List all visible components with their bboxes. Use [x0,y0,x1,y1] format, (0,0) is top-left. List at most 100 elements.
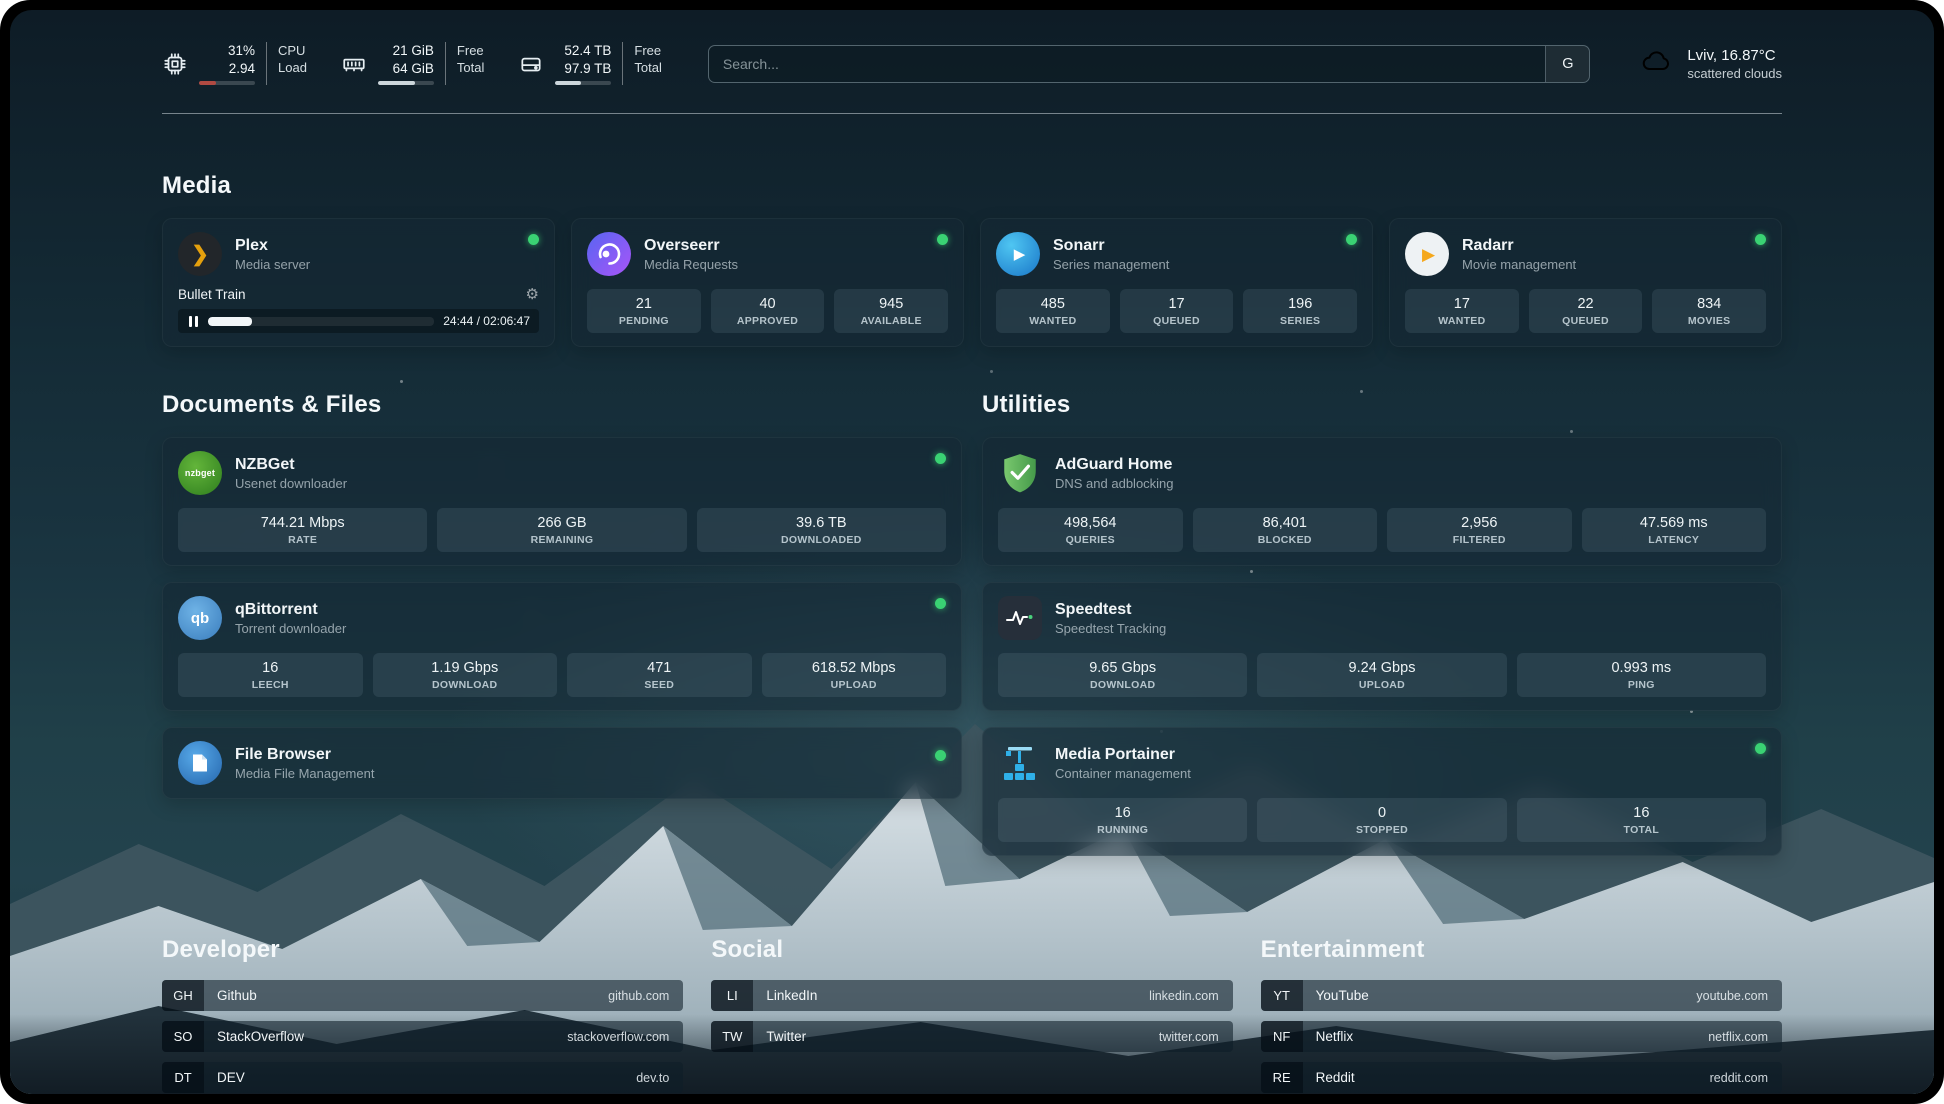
stat-box: 1.19 GbpsDOWNLOAD [373,653,558,697]
stat-box: 40APPROVED [711,289,825,333]
service-name: NZBGet [235,456,347,474]
bookmark-url: reddit.com [1710,1062,1782,1093]
section-title-entertainment: Entertainment [1261,936,1782,964]
ram-metric: 21 GiB 64 GiB Free Total [341,42,484,85]
bookmark-name: LinkedIn [753,980,1149,1011]
bookmark-name: Github [204,980,608,1011]
bookmark-reddit[interactable]: RE Reddit reddit.com [1261,1062,1782,1093]
section-utilities: Utilities [982,391,1782,856]
stat-box: 0.993 msPING [1517,653,1766,697]
cpu-load-label: Load [278,60,307,77]
bookmark-github[interactable]: GH Github github.com [162,980,683,1011]
stat-box: 485WANTED [996,289,1110,333]
stat-box: 9.24 GbpsUPLOAD [1257,653,1506,697]
service-subtitle: Media File Management [235,766,374,781]
ram-icon [341,51,367,77]
disk-metric: 52.4 TB 97.9 TB Free Total [518,42,661,85]
bookmark-abbr: GH [162,980,204,1011]
service-name: Sonarr [1053,237,1169,255]
stat-box: 86,401BLOCKED [1193,508,1378,552]
bookmark-netflix[interactable]: NF Netflix netflix.com [1261,1021,1782,1052]
section-title-social: Social [711,936,1232,964]
ram-free-label: Free [457,43,484,60]
section-title-media: Media [162,172,1782,200]
service-name: Overseerr [644,237,738,255]
stat-box: 618.52 MbpsUPLOAD [762,653,947,697]
stat-box: 17WANTED [1405,289,1519,333]
service-name: qBittorrent [235,601,346,619]
service-card-qbittorrent[interactable]: qb qBittorrent Torrent downloader 16LEEC… [162,582,962,711]
stat-box: 0STOPPED [1257,798,1506,842]
bookmark-dev[interactable]: DT DEV dev.to [162,1062,683,1093]
cpu-load-value: 2.94 [229,60,255,78]
bookmark-name: Twitter [753,1021,1159,1052]
stat-box: 945AVAILABLE [834,289,948,333]
cpu-percent: 31% [228,42,255,60]
stat-box: 22QUEUED [1529,289,1643,333]
service-name: Speedtest [1055,601,1166,619]
bookmark-stackoverflow[interactable]: SO StackOverflow stackoverflow.com [162,1021,683,1052]
disk-usage-bar [555,81,611,85]
metric-divider [445,42,446,85]
stat-box: 17QUEUED [1120,289,1234,333]
disk-free-value: 52.4 TB [564,42,611,60]
service-card-speedtest[interactable]: Speedtest Speedtest Tracking 9.65 GbpsDO… [982,582,1782,711]
bookmark-group-entertainment: Entertainment YT YouTube youtube.com NF … [1261,936,1782,1093]
service-card-adguard[interactable]: AdGuard Home DNS and adblocking 498,564Q… [982,437,1782,566]
search-input[interactable] [709,46,1545,82]
service-subtitle: Speedtest Tracking [1055,621,1166,636]
bookmark-group-developer: Developer GH Github github.com SO StackO… [162,936,683,1093]
bookmark-name: Reddit [1303,1062,1710,1093]
stat-box: 16TOTAL [1517,798,1766,842]
cpu-usage-bar [199,81,255,85]
ram-total-label: Total [457,60,484,77]
gear-icon[interactable]: ⚙ [526,287,539,302]
bookmark-youtube[interactable]: YT YouTube youtube.com [1261,980,1782,1011]
dashboard-window: 31% 2.94 CPU Load 21 GiB [0,0,1944,1104]
cloud-icon [1636,45,1676,82]
weather-condition: scattered clouds [1687,66,1782,81]
stat-box: 16LEECH [178,653,363,697]
filebrowser-logo-icon [178,741,222,785]
service-card-portainer[interactable]: Media Portainer Container management 16R… [982,727,1782,856]
playback-progress[interactable] [208,317,434,326]
portainer-logo-icon [998,741,1042,785]
service-subtitle: Movie management [1462,257,1576,272]
stat-box: 744.21 MbpsRATE [178,508,427,552]
bookmark-linkedin[interactable]: LI LinkedIn linkedin.com [711,980,1232,1011]
bookmark-abbr: LI [711,980,753,1011]
bookmark-twitter[interactable]: TW Twitter twitter.com [711,1021,1232,1052]
service-name: Media Portainer [1055,746,1191,764]
service-name: Plex [235,237,310,255]
system-metrics: 31% 2.94 CPU Load 21 GiB [162,42,662,85]
stat-box: 834MOVIES [1652,289,1766,333]
metric-divider [266,42,267,85]
cpu-metric: 31% 2.94 CPU Load [162,42,307,85]
cpu-icon [162,51,188,77]
stat-box: 47.569 msLATENCY [1582,508,1767,552]
weather-widget[interactable]: Lviv, 16.87°C scattered clouds [1636,45,1782,82]
service-card-plex[interactable]: ❯ Plex Media server Bullet Train ⚙ 24:44 [162,218,555,347]
pause-icon[interactable] [187,316,199,327]
service-name: File Browser [235,746,374,764]
stat-box: 196SERIES [1243,289,1357,333]
bookmark-abbr: NF [1261,1021,1303,1052]
service-card-overseerr[interactable]: Overseerr Media Requests 21PENDING 40APP… [571,218,964,347]
bookmark-abbr: YT [1261,980,1303,1011]
stat-box: 498,564QUERIES [998,508,1183,552]
service-card-filebrowser[interactable]: File Browser Media File Management [162,727,962,799]
now-playing-title: Bullet Train [178,287,246,302]
bookmark-name: DEV [204,1062,636,1093]
disk-total-value: 97.9 TB [564,60,611,78]
bookmark-url: github.com [608,980,683,1011]
service-subtitle: Torrent downloader [235,621,346,636]
service-card-nzbget[interactable]: nzbget NZBGet Usenet downloader 744.21 M… [162,437,962,566]
cpu-label: CPU [278,43,307,60]
service-card-sonarr[interactable]: ▶ Sonarr Series management 485WANTED 17Q… [980,218,1373,347]
section-media: Media ❯ Plex Media server Bullet Train ⚙ [162,172,1782,347]
search-engine-button[interactable]: G [1545,46,1589,82]
service-card-radarr[interactable]: ▶ Radarr Movie management 17WANTED 22QUE… [1389,218,1782,347]
qbittorrent-logo-icon: qb [178,596,222,640]
adguard-logo-icon [998,451,1042,495]
stat-box: 2,956FILTERED [1387,508,1572,552]
